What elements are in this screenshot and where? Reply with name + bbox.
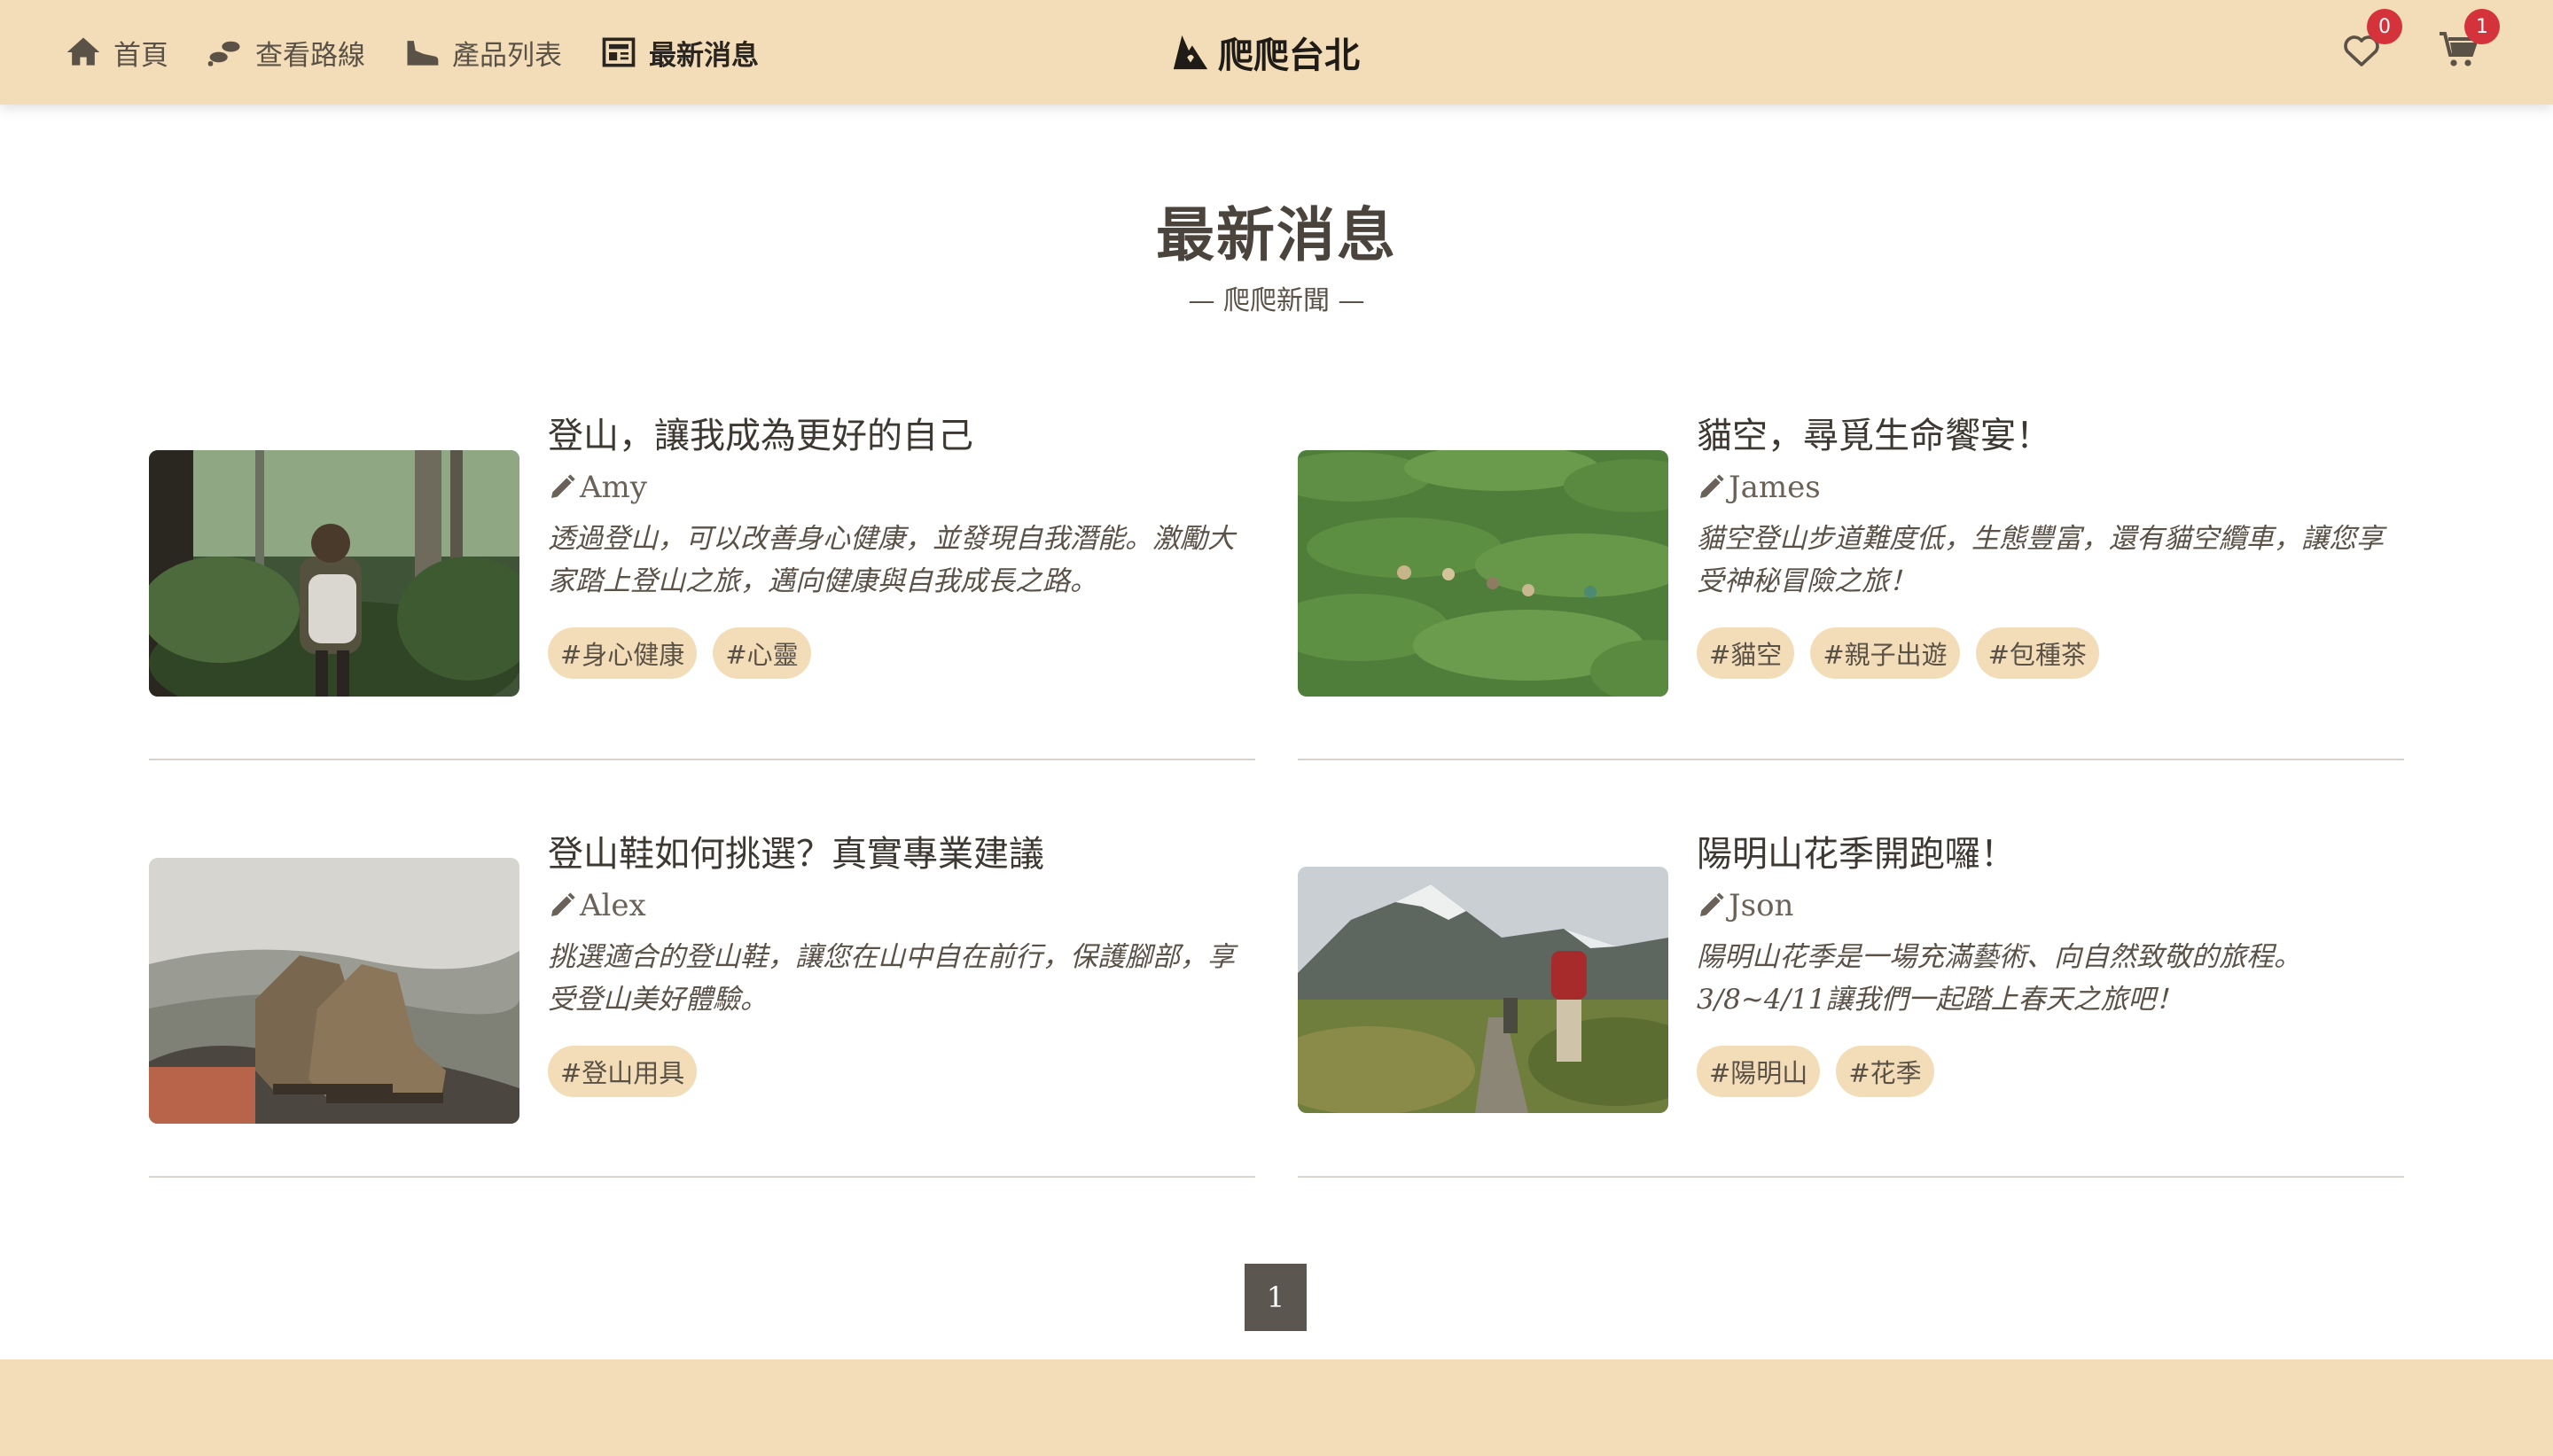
home-icon <box>66 37 100 66</box>
pencil-icon <box>1700 892 1724 916</box>
nav-item-home[interactable]: 首頁 <box>64 33 168 73</box>
nav-item-label: 產品列表 <box>452 39 562 72</box>
nav-item-products[interactable]: 產品列表 <box>402 33 562 73</box>
top-navbar: 首頁 查看路線 產品列表 最新消息 爬爬台北 0 1 <box>0 0 2553 105</box>
page-title: 最新消息 <box>1156 200 1397 269</box>
card-divider <box>1298 1176 2404 1178</box>
page-subtitle: — 爬爬新聞 — <box>1188 285 1365 316</box>
mountain-trail-photo <box>1298 867 1668 1113</box>
news-title[interactable]: 陽明山花季開跑囉！ <box>1697 833 2406 876</box>
card-divider <box>149 759 1255 760</box>
brand-logo[interactable]: 爬爬台北 <box>1170 0 1360 105</box>
tea-plantation-photo <box>1298 450 1668 697</box>
brand-name: 爬爬台北 <box>1218 35 1360 76</box>
card-divider <box>149 1176 1255 1178</box>
news-card[interactable]: 登山鞋如何挑選？真實專業建議 Alex 挑選適合的登山鞋，讓您在山中自在前行，保… <box>149 833 1257 1187</box>
tag-chip[interactable]: #親子出遊 <box>1810 627 1960 679</box>
favorites-count-badge: 0 <box>2367 9 2402 44</box>
news-content: 貓空，尋覓生命饗宴！ James 貓空登山步道難度低，生態豐富，還有貓空纜車，讓… <box>1697 415 2406 679</box>
forest-hiker-photo <box>149 450 519 697</box>
tag-list: #貓空 #親子出遊 #包種茶 <box>1697 627 2406 679</box>
tag-chip[interactable]: #花季 <box>1836 1046 1934 1097</box>
nav-actions: 0 1 <box>2340 0 2535 105</box>
tag-list: #陽明山 #花季 <box>1697 1046 2406 1097</box>
footer <box>0 1359 2553 1456</box>
pagination-page-1[interactable]: 1 <box>1245 1264 1307 1331</box>
tag-chip[interactable]: #貓空 <box>1697 627 1795 679</box>
tag-list: #身心健康 #心靈 <box>548 627 1257 679</box>
tag-chip[interactable]: #心靈 <box>713 627 811 679</box>
card-divider <box>1298 759 2404 760</box>
news-card[interactable]: 陽明山花季開跑囉！ Json 陽明山花季是一場充滿藝術、向自然致敬的旅程。3/8… <box>1298 833 2406 1187</box>
hiking-boots-photo <box>149 858 519 1124</box>
news-description: 陽明山花季是一場充滿藝術、向自然致敬的旅程。3/8~4/11讓我們一起踏上春天之… <box>1697 941 2301 1016</box>
news-thumbnail-hiker-forest[interactable] <box>149 450 519 697</box>
author-name: James <box>1729 470 1821 505</box>
main-nav: 首頁 查看路線 產品列表 最新消息 <box>64 0 796 105</box>
news-author: Json <box>1697 888 2406 923</box>
news-description: 透過登山，可以改善身心健康，並發現自我潛能。激勵大家踏上登山之旅，邁向健康與自我… <box>548 523 1235 597</box>
pencil-icon <box>551 474 575 498</box>
favorites-button[interactable]: 0 <box>2340 9 2402 76</box>
news-description: 挑選適合的登山鞋，讓您在山中自在前行，保護腳部，享受登山美好體驗。 <box>548 941 1235 1016</box>
author-name: Json <box>1729 888 1794 923</box>
author-name: Alex <box>580 888 646 923</box>
news-author: Alex <box>548 888 1257 923</box>
news-title[interactable]: 登山，讓我成為更好的自己 <box>548 415 1257 457</box>
news-content: 登山，讓我成為更好的自己 Amy 透過登山，可以改善身心健康，並發現自我潛能。激… <box>548 415 1257 679</box>
tag-chip[interactable]: #包種茶 <box>1975 627 2099 679</box>
mountain-logo-icon <box>1173 35 1208 70</box>
nav-item-label: 查看路線 <box>255 39 365 72</box>
news-thumbnail-tea-field[interactable] <box>1298 450 1668 697</box>
news-description: 貓空登山步道難度低，生態豐富，還有貓空纜車，讓您享受神秘冒險之旅！ <box>1697 523 2384 597</box>
news-title[interactable]: 登山鞋如何挑選？真實專業建議 <box>548 833 1257 876</box>
news-content: 陽明山花季開跑囉！ Json 陽明山花季是一場充滿藝術、向自然致敬的旅程。3/8… <box>1697 833 2406 1097</box>
news-author: Amy <box>548 470 1257 505</box>
author-name: Amy <box>580 470 648 505</box>
nav-item-routes[interactable]: 查看路線 <box>206 33 365 73</box>
tag-list: #登山用具 <box>548 1046 1257 1097</box>
cart-button[interactable]: 1 <box>2438 9 2500 76</box>
news-card[interactable]: 貓空，尋覓生命饗宴！ James 貓空登山步道難度低，生態豐富，還有貓空纜車，讓… <box>1298 415 2406 769</box>
tag-chip[interactable]: #陽明山 <box>1697 1046 1821 1097</box>
tag-chip[interactable]: #身心健康 <box>548 627 698 679</box>
tag-chip[interactable]: #登山用具 <box>548 1046 698 1097</box>
nav-item-label: 首頁 <box>113 39 168 72</box>
news-card[interactable]: 登山，讓我成為更好的自己 Amy 透過登山，可以改善身心健康，並發現自我潛能。激… <box>149 415 1257 769</box>
news-author: James <box>1697 470 2406 505</box>
news-thumbnail-mountain-trail[interactable] <box>1298 867 1668 1113</box>
news-thumbnail-hiking-boots[interactable] <box>149 858 519 1124</box>
pencil-icon <box>551 892 575 916</box>
nav-item-label: 最新消息 <box>649 39 759 72</box>
footprints-icon <box>207 41 240 66</box>
nav-item-news[interactable]: 最新消息 <box>599 33 759 73</box>
newspaper-icon <box>602 37 636 67</box>
news-content: 登山鞋如何挑選？真實專業建議 Alex 挑選適合的登山鞋，讓您在山中自在前行，保… <box>548 833 1257 1097</box>
news-title[interactable]: 貓空，尋覓生命饗宴！ <box>1697 415 2406 457</box>
cart-count-badge: 1 <box>2464 9 2500 44</box>
pencil-icon <box>1700 474 1724 498</box>
shoe-icon <box>407 41 439 66</box>
